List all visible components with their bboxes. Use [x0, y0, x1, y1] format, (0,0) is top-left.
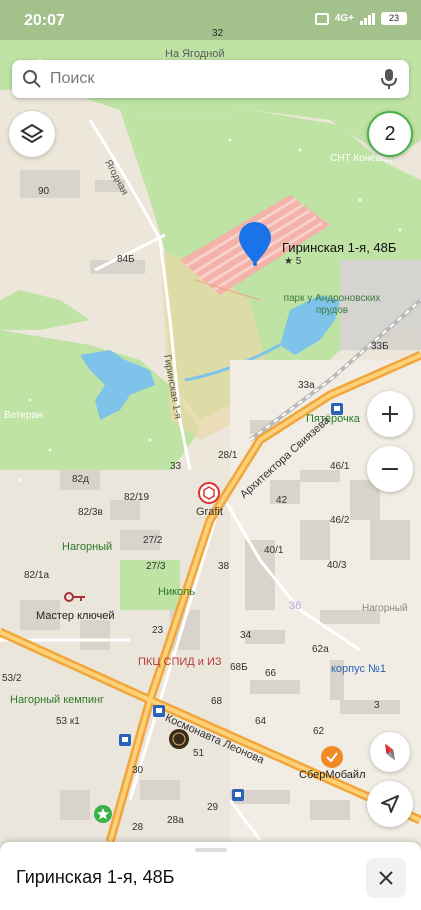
label-sbermobile[interactable]: СберМобайл [299, 769, 366, 781]
label-27-2: 27/2 [143, 535, 163, 546]
close-icon [379, 871, 393, 885]
layers-button[interactable] [9, 111, 55, 157]
label-park: парк у Андроновских прудов [282, 293, 382, 317]
label-na-yagodnoy: На Ягодной [165, 48, 225, 60]
layers-icon [20, 123, 44, 144]
label-64: 64 [255, 716, 267, 727]
search-bar[interactable]: Поиск [12, 60, 409, 98]
status-time: 20:07 [24, 12, 65, 29]
label-82-1a: 82/1а [24, 570, 50, 581]
label-51: 51 [193, 748, 205, 759]
label-36: 36 [289, 600, 302, 612]
label-33: 33 [170, 461, 182, 472]
label-62a: 62а [312, 644, 329, 655]
location-pin-icon[interactable] [237, 220, 273, 266]
key-icon[interactable] [64, 590, 86, 604]
plus-icon [382, 406, 398, 422]
selected-rating: ★ 5 [284, 256, 302, 267]
label-33a: 33а [298, 380, 315, 391]
label-camping[interactable]: Нагорный кемпинг [10, 694, 104, 706]
search-icon [23, 70, 41, 88]
search-input[interactable]: Поиск [50, 70, 94, 88]
label-master[interactable]: Мастер ключей [36, 610, 114, 622]
sheet-title: Гиринская 1-я, 48Б [16, 867, 175, 887]
bottom-sheet[interactable]: Гиринская 1-я, 48Б [0, 842, 421, 910]
compass-button[interactable] [370, 732, 410, 772]
label-46-1: 46/1 [330, 461, 350, 472]
badge-count: 2 [384, 122, 396, 145]
label-veteran: Ветеран [4, 410, 43, 421]
status-icons: 4G+ 23 [314, 12, 407, 25]
label-27-3: 27/3 [146, 561, 166, 572]
my-location-button[interactable] [367, 781, 413, 827]
label-23: 23 [152, 625, 164, 636]
cafe-icon[interactable] [168, 728, 190, 750]
zoom-in-button[interactable] [367, 391, 413, 437]
label-42: 42 [276, 495, 288, 506]
network-type: 4G+ [334, 13, 354, 24]
label-28: 28 [132, 822, 144, 833]
label-pkc[interactable]: ПКЦ СПИД и ИЗ [138, 656, 222, 668]
minus-icon [382, 468, 398, 470]
microphone-icon[interactable] [379, 68, 399, 90]
bus-stop-icon-2[interactable] [119, 734, 131, 746]
label-82-3v: 82/3в [78, 507, 103, 518]
label-38: 38 [218, 561, 230, 572]
label-nikol[interactable]: Николь [158, 586, 195, 598]
label-53-2: 53/2 [2, 673, 22, 684]
notification-icon [314, 12, 329, 25]
label-84b: 84Б [117, 254, 135, 265]
grafit-icon[interactable] [198, 482, 220, 504]
label-40-1: 40/1 [264, 545, 284, 556]
label-28a: 28а [167, 815, 184, 826]
label-66: 66 [265, 668, 277, 679]
navigation-arrow-icon [381, 795, 399, 813]
label-68b: 68Б [230, 662, 248, 673]
signal-icon [360, 12, 375, 25]
selected-title: Гиринская 1-я, 48Б [282, 240, 397, 255]
bus-stop-icon-3[interactable] [153, 705, 165, 717]
label-3: 3 [374, 700, 380, 711]
label-29: 29 [207, 802, 219, 813]
label-62: 62 [313, 726, 325, 737]
park-text: парк у Андроновских прудов [283, 293, 381, 316]
bus-stop-icon-4[interactable] [232, 789, 244, 801]
label-nagorny: Нагорный [62, 541, 113, 553]
label-90: 90 [38, 186, 50, 197]
close-button[interactable] [366, 858, 406, 898]
bus-stop-icon[interactable] [331, 403, 343, 415]
label-46-2: 46/2 [330, 515, 350, 526]
label-53-1: 53 к1 [56, 716, 80, 727]
battery-icon: 23 [381, 12, 407, 25]
label-82d: 82д [72, 474, 89, 485]
notifications-count-button[interactable]: 2 [367, 111, 413, 157]
label-30: 30 [132, 765, 144, 776]
label-68: 68 [211, 696, 223, 707]
label-33b: 33Б [371, 341, 389, 352]
label-40-3: 40/3 [327, 560, 347, 571]
compass-icon [385, 743, 395, 761]
sheet-handle[interactable] [195, 848, 227, 852]
label-grafit[interactable]: Grafit [196, 506, 223, 518]
label-28-1: 28/1 [218, 450, 238, 461]
sbermobile-icon[interactable] [320, 745, 344, 769]
label-korpus[interactable]: корпус №1 [331, 663, 386, 675]
label-34: 34 [240, 630, 252, 641]
star-icon[interactable] [93, 804, 113, 824]
zoom-out-button[interactable] [367, 446, 413, 492]
label-nagorny2: Нагорный [362, 603, 408, 614]
label-82-19: 82/19 [124, 492, 150, 503]
